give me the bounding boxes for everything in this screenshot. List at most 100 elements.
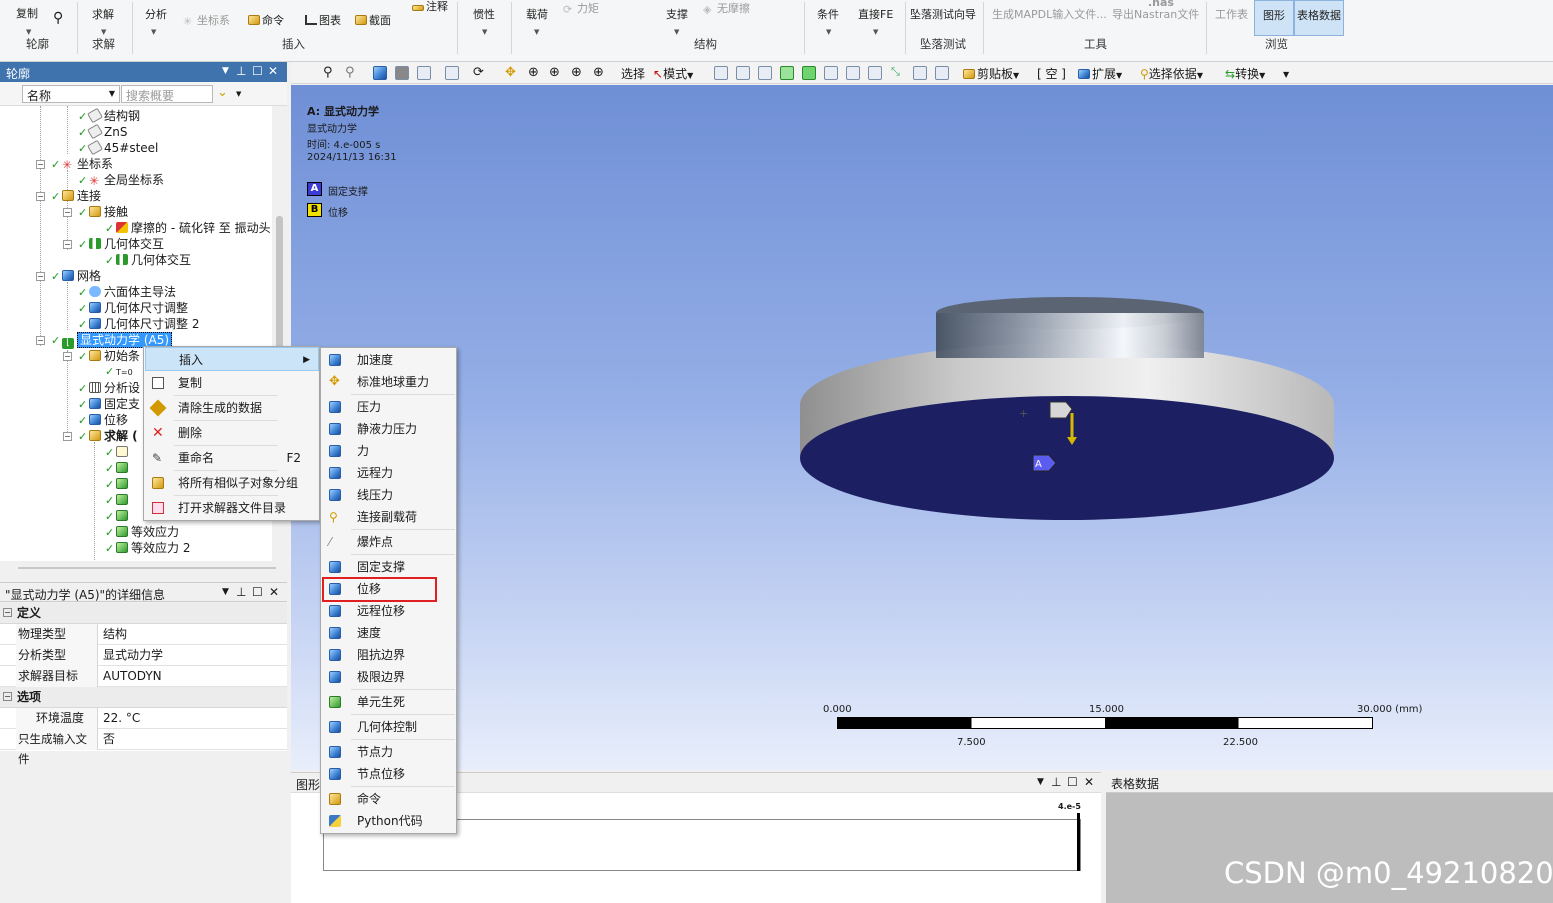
- tree-item-result[interactable]: ✓: [105, 460, 131, 476]
- pin-icon[interactable]: ⊥: [236, 585, 246, 599]
- submenu-item-commands[interactable]: 命令: [322, 788, 456, 810]
- condition-button[interactable]: 条件: [817, 6, 839, 22]
- export-nastran-button[interactable]: 导出Nastran文件: [1112, 6, 1199, 22]
- pan-icon[interactable]: ✥: [505, 65, 516, 80]
- coordinate-button[interactable]: ✳ 坐标系: [183, 12, 230, 28]
- details-section-options[interactable]: − 选项: [0, 687, 287, 708]
- details-row-analysis-type[interactable]: 分析类型 显式动力学: [0, 645, 287, 666]
- tree-item-mesh[interactable]: ✓ 网格: [51, 268, 101, 284]
- submenu-item-remote-force[interactable]: 远程力: [322, 462, 456, 484]
- menu-item-clear-generated-data[interactable]: 清除生成的数据: [145, 396, 319, 420]
- submenu-item-remote-displacement[interactable]: 远程位移: [322, 600, 456, 622]
- magnifier-icon[interactable]: ⊕: [593, 65, 604, 80]
- search-input[interactable]: 搜索概要: [121, 85, 213, 103]
- row-value[interactable]: 22. °C: [100, 708, 140, 728]
- tree-item-analysis-settings[interactable]: ✓ 分析设: [78, 380, 140, 396]
- details-section-definition[interactable]: − 定义: [0, 603, 287, 624]
- collapse-toggle[interactable]: −: [3, 692, 12, 701]
- collapse-toggle[interactable]: −: [36, 336, 45, 345]
- select-element-icon[interactable]: [846, 66, 860, 80]
- details-row-generate-input-only[interactable]: 只生成输入文件否: [0, 729, 287, 766]
- menu-item-group-similar[interactable]: 将所有相似子对象分组: [145, 471, 319, 495]
- tree-item-material-zns[interactable]: ✓ ZnS: [78, 123, 127, 140]
- expand-dropdown[interactable]: 扩展▼: [1078, 65, 1122, 82]
- select-mesh-icon[interactable]: [868, 66, 882, 80]
- chevron-down-icon[interactable]: ▼: [534, 28, 539, 36]
- table-data-button[interactable]: 表格数据: [1294, 0, 1344, 36]
- display-style-icon[interactable]: [417, 66, 431, 80]
- zoom-in-icon[interactable]: ⊕: [528, 65, 539, 80]
- chevron-down-icon[interactable]: ▼: [26, 28, 31, 36]
- select-face-icon[interactable]: [758, 66, 772, 80]
- tree-item-material-structural-steel[interactable]: ✓ 结构钢: [78, 107, 140, 124]
- chevron-down-icon[interactable]: ▼: [674, 28, 679, 36]
- maximize-icon[interactable]: ☐: [1067, 775, 1078, 789]
- graphics-viewport[interactable]: A: 显式动力学 显式动力学 时间: 4.e-005 s 2024/11/13 …: [291, 85, 1553, 770]
- chevron-down-icon[interactable]: ▼: [151, 28, 156, 36]
- moment-button[interactable]: ⟳ 力矩: [563, 0, 599, 16]
- dropdown-icon[interactable]: ▼: [222, 66, 229, 76]
- drop-test-wizard-button[interactable]: 坠落测试向导: [910, 6, 976, 22]
- close-icon[interactable]: ✕: [269, 585, 279, 599]
- details-row-env-temperature[interactable]: 环境温度 22. °C: [0, 708, 287, 729]
- tree-item-solution[interactable]: ✓ 求解 (: [78, 428, 138, 444]
- tree-item-global-coordinate-system[interactable]: ✓ ✳ 全局坐标系: [78, 172, 164, 188]
- submenu-item-fixed-support[interactable]: 固定支撑: [322, 556, 456, 578]
- submenu-item-element-birth-death[interactable]: 单元生死: [322, 691, 456, 713]
- collapse-toggle[interactable]: −: [36, 192, 45, 201]
- inertia-button[interactable]: 惯性: [473, 6, 495, 22]
- submenu-item-detonation-point[interactable]: ⁄ 爆炸点: [322, 531, 456, 553]
- direct-fe-button[interactable]: 直接FE: [858, 6, 893, 22]
- collapse-toggle[interactable]: −: [36, 272, 45, 281]
- collapse-toggle[interactable]: −: [63, 240, 72, 249]
- submenu-item-limit-boundary[interactable]: 极限边界: [322, 666, 456, 688]
- search-icon[interactable]: ⚲: [53, 10, 63, 26]
- label-icon[interactable]: [935, 66, 949, 80]
- submenu-item-nodal-displacement[interactable]: 节点位移: [322, 763, 456, 785]
- menu-item-copy[interactable]: 复制: [145, 371, 319, 395]
- close-icon[interactable]: ✕: [1084, 775, 1094, 789]
- worksheet-button[interactable]: 工作表: [1215, 6, 1248, 22]
- command-button[interactable]: 命令: [248, 12, 284, 28]
- tree-item-frictional-contact[interactable]: ✓ 摩擦的 - 硫化锌 至 振动头: [105, 220, 271, 236]
- chevron-down-icon[interactable]: ▼: [826, 28, 831, 36]
- submenu-item-impedance-boundary[interactable]: 阻抗边界: [322, 644, 456, 666]
- zoom-fit-icon[interactable]: ⊕: [571, 65, 582, 80]
- submenu-item-hydrostatic-pressure[interactable]: 静液力压力: [322, 418, 456, 440]
- dropdown-icon[interactable]: ▼: [222, 587, 229, 597]
- submenu-item-body-control[interactable]: 几何体控制: [322, 716, 456, 738]
- rotate-icon[interactable]: ⟳: [473, 65, 484, 80]
- tree-item-equivalent-stress[interactable]: ✓ 等效应力: [105, 524, 179, 540]
- shaded-view-icon[interactable]: [395, 66, 409, 80]
- empty-selection-label[interactable]: [ 空 ]: [1037, 65, 1066, 82]
- select-by-dropdown[interactable]: ⚲选择依据▼: [1140, 65, 1203, 82]
- select-node-icon[interactable]: [802, 66, 816, 80]
- submenu-item-python-code[interactable]: Python代码: [322, 810, 456, 832]
- submenu-item-velocity[interactable]: 速度: [322, 622, 456, 644]
- details-row-physics-type[interactable]: 物理类型 结构: [0, 624, 287, 645]
- chevron-down-icon[interactable]: ▼: [482, 28, 487, 36]
- frictionless-button[interactable]: ◈ 无摩擦: [703, 0, 750, 16]
- select-edge-icon[interactable]: [736, 66, 750, 80]
- load-button[interactable]: 载荷: [526, 6, 548, 22]
- menu-item-rename[interactable]: ✎ 重命名 F2: [145, 446, 319, 470]
- tree-item-body-sizing[interactable]: ✓ 几何体尺寸调整: [78, 300, 188, 316]
- section-button[interactable]: 截面: [355, 12, 391, 28]
- zoom-box-icon[interactable]: ⊕: [549, 65, 560, 80]
- submenu-item-force[interactable]: 力: [322, 440, 456, 462]
- submenu-item-joint-load[interactable]: ⚲ 连接副载荷: [322, 506, 456, 528]
- model-geometry[interactable]: A +: [291, 85, 1553, 770]
- convert-dropdown[interactable]: ⇆转换▼: [1225, 65, 1265, 82]
- submenu-item-acceleration[interactable]: 加速度: [322, 349, 456, 371]
- support-button[interactable]: 支撑: [666, 6, 688, 22]
- tree-item-hex-dominant[interactable]: ✓ 六面体主导法: [78, 284, 176, 300]
- clipboard-dropdown[interactable]: 剪贴板▼: [963, 65, 1019, 82]
- tree-item-body-interactions[interactable]: ✓ 几何体交互: [78, 236, 164, 252]
- select-vertex-icon[interactable]: [714, 66, 728, 80]
- annotation-icon[interactable]: [913, 66, 927, 80]
- dropdown-icon[interactable]: ▼: [1037, 777, 1044, 787]
- tree-item-body-sizing-2[interactable]: ✓ 几何体尺寸调整 2: [78, 316, 199, 332]
- graphics-button[interactable]: 图形: [1254, 0, 1294, 36]
- collapse-toggle[interactable]: −: [63, 352, 72, 361]
- maximize-icon[interactable]: ☐: [252, 64, 263, 78]
